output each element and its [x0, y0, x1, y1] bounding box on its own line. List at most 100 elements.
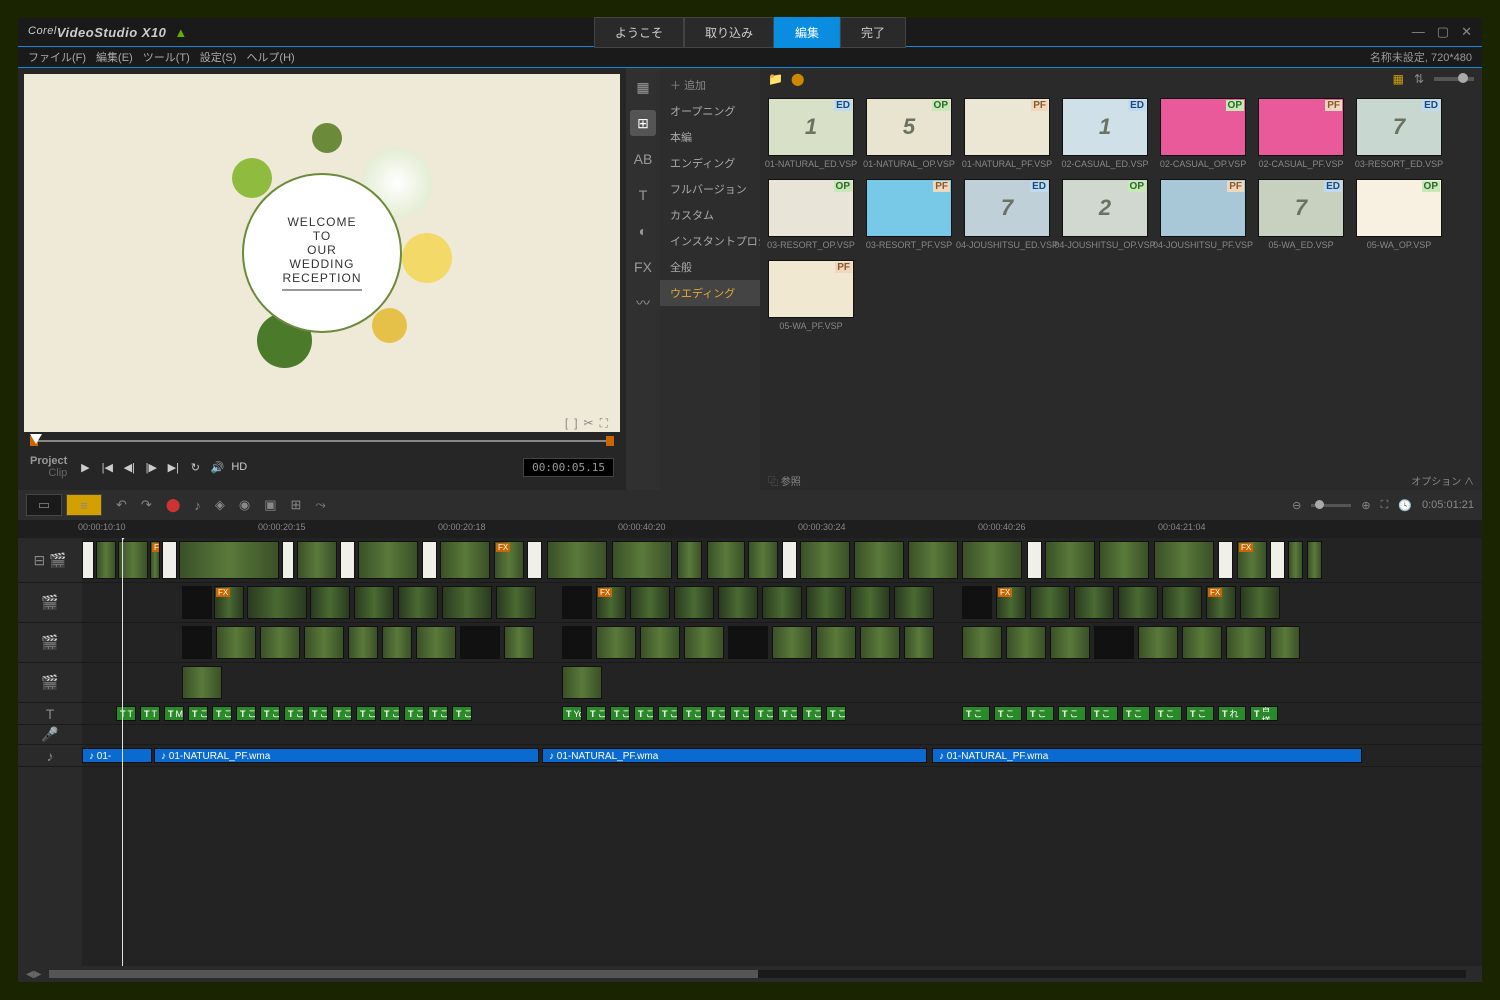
clip[interactable]: [214, 586, 244, 619]
clip[interactable]: [1307, 541, 1322, 579]
clip[interactable]: こ: [634, 706, 654, 721]
template-thumb[interactable]: PF 02-CASUAL_PF.VSP: [1258, 98, 1344, 169]
template-thumb[interactable]: OP 05-WA_OP.VSP: [1356, 179, 1442, 250]
clip[interactable]: こ: [1026, 706, 1054, 721]
chapter-icon[interactable]: ◉: [239, 497, 250, 513]
clip[interactable]: [762, 586, 802, 619]
add-category-button[interactable]: ＋ 追加: [660, 72, 760, 98]
clip[interactable]: [1288, 541, 1303, 579]
clip[interactable]: [806, 586, 846, 619]
lib-transitions-icon[interactable]: AB: [630, 146, 656, 172]
clip[interactable]: [422, 541, 437, 579]
clip[interactable]: [440, 541, 490, 579]
workflow-tab-1[interactable]: 取り込み: [684, 17, 774, 48]
clip[interactable]: [854, 541, 904, 579]
template-thumb[interactable]: OP 2 04-JOUSHITSU_OP.VSP: [1062, 179, 1148, 250]
clip[interactable]: [398, 586, 438, 619]
clip[interactable]: [677, 541, 702, 579]
track-header-2[interactable]: 🎬: [18, 623, 82, 663]
goto-start-button[interactable]: |◀: [99, 461, 115, 474]
timeline-mode-button[interactable]: ≡: [66, 494, 102, 516]
zoom-out-icon[interactable]: ⊖: [1292, 499, 1301, 512]
lib-media-icon[interactable]: ▦: [630, 74, 656, 100]
track-header-3[interactable]: 🎬: [18, 663, 82, 703]
clip[interactable]: [1050, 626, 1090, 659]
clip[interactable]: [904, 626, 934, 659]
clip[interactable]: [684, 626, 724, 659]
clip[interactable]: こ: [1122, 706, 1150, 721]
category-item[interactable]: ウエディング: [660, 280, 760, 306]
clip[interactable]: [1270, 626, 1300, 659]
clip[interactable]: [772, 626, 812, 659]
clip[interactable]: こ: [778, 706, 798, 721]
clip[interactable]: こ: [610, 706, 630, 721]
clip[interactable]: [304, 626, 344, 659]
track-1[interactable]: [82, 583, 1482, 623]
minimize-button[interactable]: —: [1412, 24, 1425, 40]
options-toggle[interactable]: オプション ∧: [1411, 473, 1474, 488]
clip[interactable]: [310, 586, 350, 619]
prev-frame-button[interactable]: ◀|: [121, 461, 137, 474]
clip[interactable]: こ: [826, 706, 846, 721]
clip[interactable]: 皆様: [1250, 706, 1278, 721]
clip[interactable]: [182, 586, 212, 619]
template-thumb[interactable]: PF 01-NATURAL_PF.VSP: [964, 98, 1050, 169]
clip[interactable]: [547, 541, 607, 579]
clip[interactable]: [496, 586, 536, 619]
clip[interactable]: [162, 541, 177, 579]
clip[interactable]: 01-NATURAL_PF.wma: [932, 748, 1362, 763]
favorites-icon[interactable]: ⬤: [791, 72, 804, 86]
clip[interactable]: こ: [236, 706, 256, 721]
clip[interactable]: こ: [802, 706, 822, 721]
play-button[interactable]: ▶: [77, 461, 93, 474]
clip[interactable]: 01-NATURAL_PF.wma: [542, 748, 927, 763]
clip[interactable]: こ: [428, 706, 448, 721]
browse-label[interactable]: 参照: [781, 477, 801, 488]
category-item[interactable]: オープニング: [660, 98, 760, 124]
clip[interactable]: [340, 541, 355, 579]
timeline-zoom-slider[interactable]: [1311, 504, 1351, 507]
track-header-6[interactable]: ♪: [18, 745, 82, 767]
audio-mixer-icon[interactable]: ♪: [194, 498, 201, 513]
clip[interactable]: [1226, 626, 1266, 659]
clip[interactable]: Muko: [164, 706, 184, 721]
thumbnail-zoom-slider[interactable]: [1434, 77, 1474, 81]
clip[interactable]: [962, 626, 1002, 659]
clip[interactable]: [612, 541, 672, 579]
motion-icon[interactable]: ⤳: [315, 497, 325, 513]
menu-0[interactable]: ファイル(F): [28, 52, 86, 64]
clip[interactable]: [1240, 586, 1280, 619]
grid-icon[interactable]: ⊞: [291, 497, 302, 513]
clip[interactable]: これ以: [1218, 706, 1246, 721]
lib-filters-icon[interactable]: FX: [630, 254, 656, 280]
preview-scrubber[interactable]: [ ] ✂ ⛶: [30, 434, 614, 448]
clip[interactable]: [1094, 626, 1134, 659]
clip[interactable]: [908, 541, 958, 579]
template-thumb[interactable]: PF 03-RESORT_PF.VSP: [866, 179, 952, 250]
clip[interactable]: [596, 626, 636, 659]
clip[interactable]: Yome: [562, 706, 582, 721]
zoom-in-icon[interactable]: ⊕: [1361, 499, 1370, 512]
horizontal-scrollbar[interactable]: [49, 970, 1466, 978]
multicam-icon[interactable]: ▣: [264, 497, 276, 513]
preview-timecode[interactable]: 00:00:05.15: [523, 458, 614, 477]
clip[interactable]: [674, 586, 714, 619]
clip[interactable]: [816, 626, 856, 659]
preview-canvas[interactable]: WELCOME TO OUR WEDDING RECEPTION: [24, 74, 620, 432]
clip[interactable]: [596, 586, 626, 619]
clip[interactable]: [562, 586, 592, 619]
clip[interactable]: [1182, 626, 1222, 659]
workflow-tab-0[interactable]: ようこそ: [594, 17, 684, 48]
record-button[interactable]: ⬤: [166, 497, 181, 513]
clip[interactable]: [442, 586, 492, 619]
redo-button[interactable]: ↷: [141, 497, 152, 513]
category-item[interactable]: フルバージョン: [660, 176, 760, 202]
loop-button[interactable]: ↻: [187, 461, 203, 474]
maximize-button[interactable]: ▢: [1437, 24, 1449, 40]
clip[interactable]: こ: [260, 706, 280, 721]
clip[interactable]: [1270, 541, 1285, 579]
goto-end-button[interactable]: ▶|: [165, 461, 181, 474]
sort-icon[interactable]: ⇅: [1414, 72, 1424, 86]
view-grid-icon[interactable]: ▦: [1393, 72, 1404, 86]
track-header-4[interactable]: T: [18, 703, 82, 725]
